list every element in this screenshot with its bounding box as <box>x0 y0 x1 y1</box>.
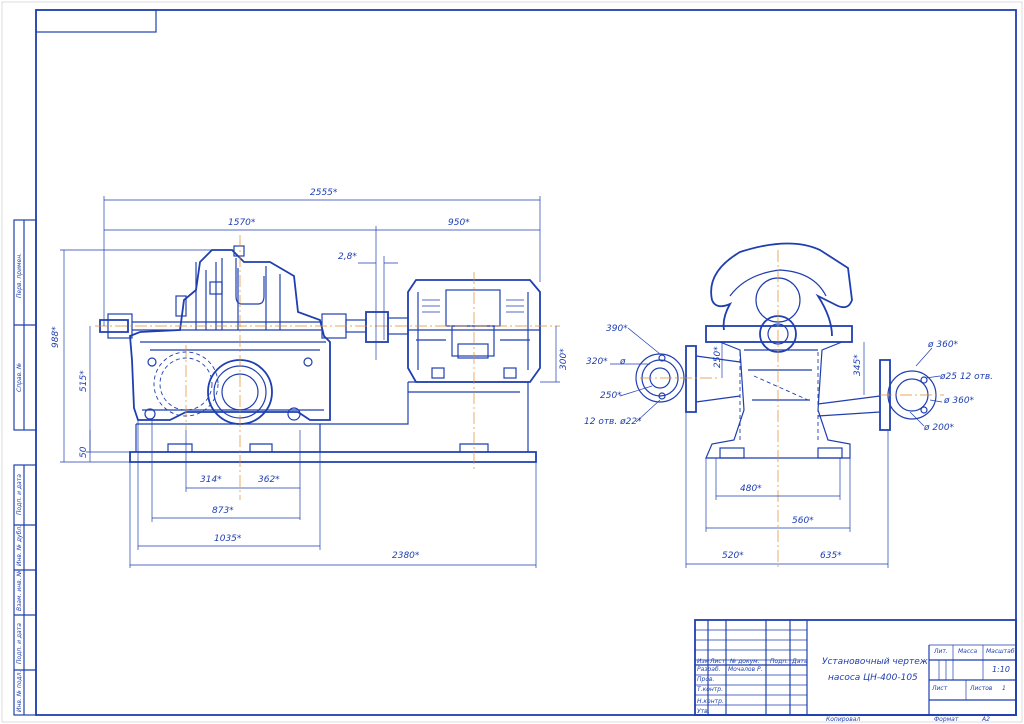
dim-suction-outer: 390* <box>606 324 628 334</box>
motor-pedestal <box>320 381 529 452</box>
scale-value: 1:10 <box>992 665 1010 674</box>
dim-pump-frame: 1035* <box>214 534 242 544</box>
top-stamp-box <box>35 9 157 33</box>
row-approved: Утв. <box>697 708 710 715</box>
row-norm-control: Н.контр. <box>697 698 724 705</box>
developer-name: Мочалов Р. <box>728 666 763 673</box>
dim-right-half: 635* <box>820 551 842 561</box>
suction-nozzle <box>685 345 697 413</box>
title-block: Изм Лист № докум. Подп. Дата Разраб. Моч… <box>694 619 1017 723</box>
stamp-replace-inv: Взам. инв. № <box>16 570 23 611</box>
dim-pump-b: 362* <box>258 475 280 485</box>
dim-base-length: 2380* <box>392 551 420 561</box>
dim-feet-outer: 560* <box>792 516 814 526</box>
dim-left-half: 520* <box>722 551 744 561</box>
stamp-ref-no: Справ. № <box>16 363 23 392</box>
col-header-doc: № докум. <box>729 658 760 665</box>
casing-top <box>705 325 853 343</box>
dim-suction-holes: 12 отв. ø22* <box>584 417 642 427</box>
row-developer: Разраб. <box>697 666 721 673</box>
copied-label: Копировал <box>826 716 860 723</box>
sheet-label: Лист <box>931 685 948 692</box>
lit-label: Лит. <box>933 648 948 655</box>
dim-overall-length: 2555* <box>310 188 338 198</box>
mass-label: Масса <box>958 648 977 655</box>
stamp-first-use: Перв. примен. <box>16 253 23 298</box>
format-label: Формат <box>934 716 959 723</box>
sheets-value: 1 <box>1002 685 1006 692</box>
sheets-label: Листов <box>969 685 993 692</box>
dim-suction-phi: ø <box>619 357 626 367</box>
dim-to-coupling: 1570* <box>228 218 256 228</box>
side-view: 390* 320* ø 250* 12 отв. ø22* 250* 345* … <box>584 242 993 570</box>
dim-discharge-outer: ø 360* <box>927 340 959 350</box>
dim-discharge-holes: ø25 12 отв. <box>939 372 993 382</box>
coupling <box>365 311 389 343</box>
col-header-date: Дата <box>791 658 808 665</box>
stamp-sign-date-2: Подп. и дата <box>16 623 23 664</box>
front-dimensions: 2555* 1570* 950* 2,8* 988* 515* 50 300* … <box>51 188 569 568</box>
scale-label: Масштаб <box>986 648 1015 655</box>
drawing-title-line2: насоса ЦН-400-105 <box>828 673 918 683</box>
front-view: 2555* 1570* 950* 2,8* 988* 515* 50 300* … <box>51 188 569 568</box>
side-dimensions: 390* 320* ø 250* 12 отв. ø22* 250* 345* … <box>584 324 993 568</box>
dim-discharge-bore: ø 200* <box>923 423 955 433</box>
dim-height-axis: 515* <box>79 370 89 392</box>
dim-motor-length: 950* <box>448 218 470 228</box>
stamp-sign-date-1: Подп. и дата <box>16 474 23 515</box>
col-header-change: Изм <box>697 658 710 665</box>
drawing-frame <box>35 9 1017 716</box>
base-frame <box>129 451 537 463</box>
pump-casing <box>129 249 331 421</box>
side-stamps: Перв. примен. Справ. № Подп. и дата Инв.… <box>13 219 37 716</box>
dim-pump-feet: 873* <box>212 506 234 516</box>
dim-height-total: 988* <box>51 326 61 348</box>
dim-discharge-height: 345* <box>853 354 863 376</box>
dim-gap: 2,8* <box>338 252 357 262</box>
outer-border <box>1 1 1023 723</box>
drawing-title-line1: Установочный чертеж <box>822 657 929 667</box>
stamp-orig-inv: Инв. № подл. <box>16 671 23 712</box>
dim-suction-bore: 250* <box>600 391 622 401</box>
dim-pump-a: 314* <box>200 475 222 485</box>
dim-base-height: 50 <box>79 446 89 458</box>
col-header-sign: Подп. <box>770 658 788 665</box>
dim-feet-inner: 480* <box>740 484 762 494</box>
dim-discharge-bolt: ø 360* <box>943 396 975 406</box>
drawing-sheet: Перв. примен. Справ. № Подп. и дата Инв.… <box>1 1 1023 723</box>
dim-motor-axis: 300* <box>559 348 569 370</box>
dim-suction-bolt: 320* <box>586 357 608 367</box>
stamp-dup-inv: Инв. № дубл. <box>16 525 23 566</box>
row-checker: Пров. <box>697 676 715 683</box>
dim-suction-height: 250* <box>713 346 723 368</box>
format-value: А2 <box>981 716 990 723</box>
col-header-sheet: Лист <box>709 658 726 665</box>
row-tech-control: Т.контр. <box>697 686 723 693</box>
